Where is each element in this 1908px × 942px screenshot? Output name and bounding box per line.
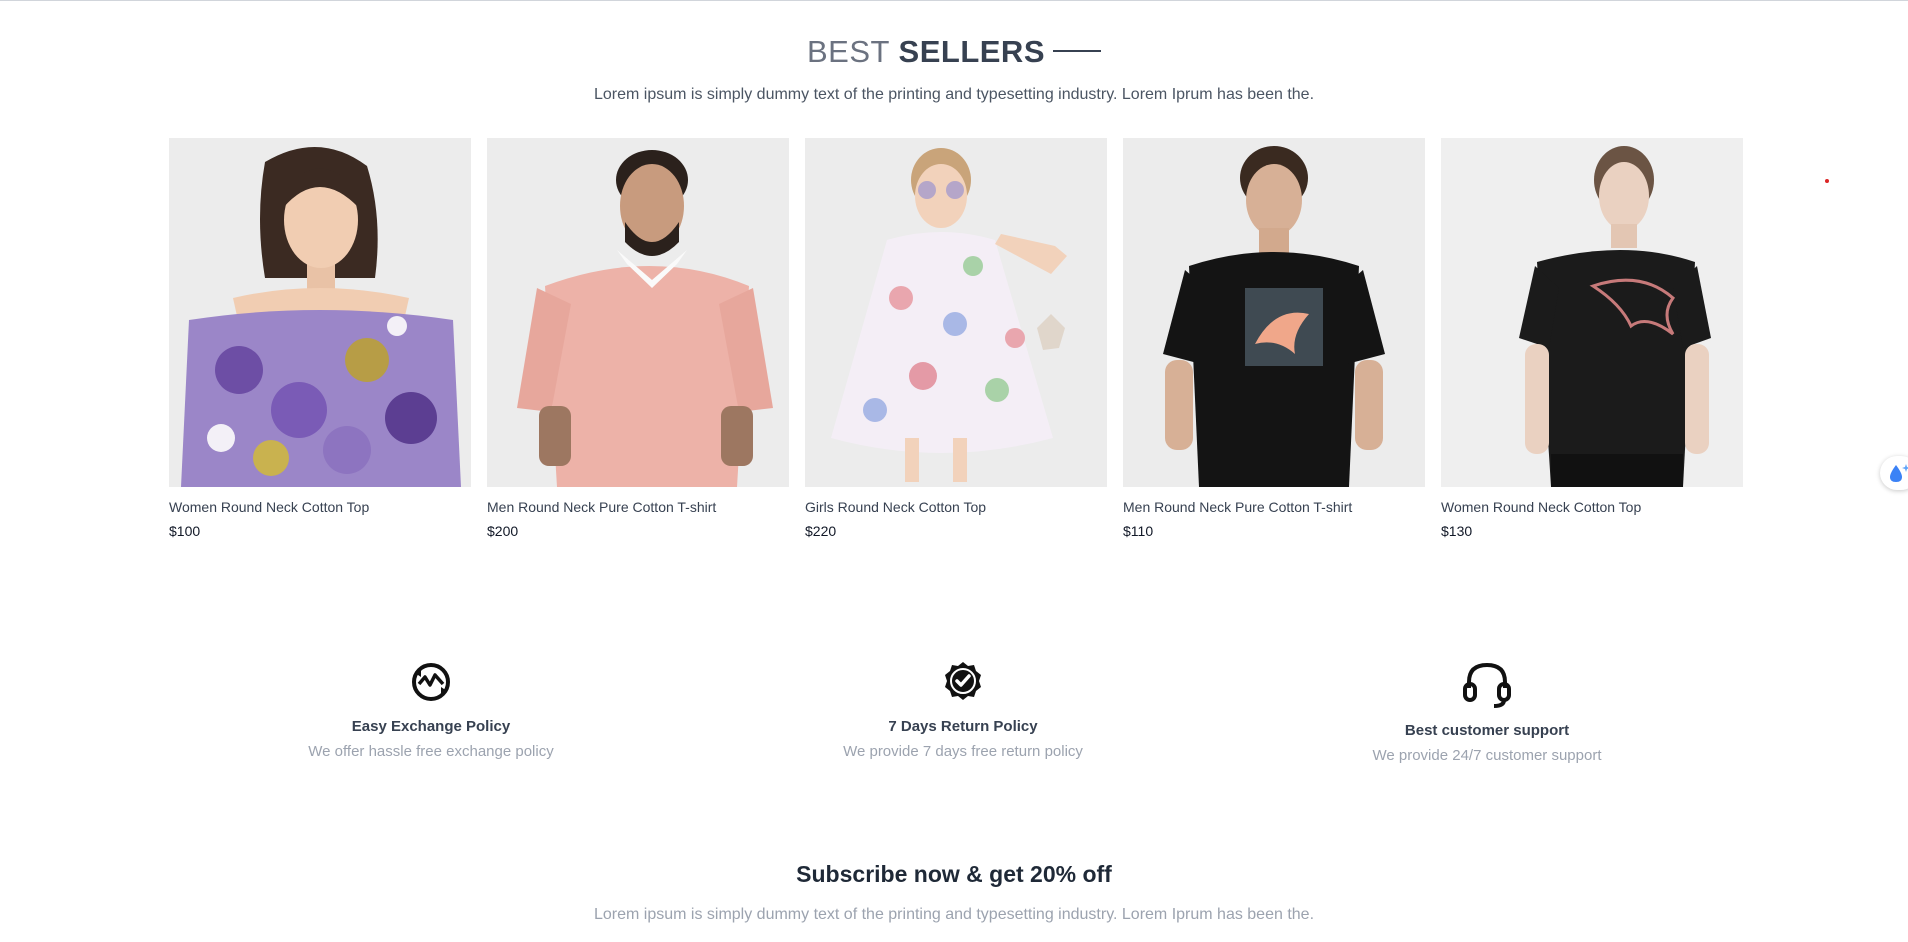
droplet-sparkle-icon xyxy=(1890,464,1908,482)
best-sellers-title: BEST SELLERS xyxy=(0,34,1908,70)
quality-badge-icon xyxy=(945,662,981,700)
product-image[interactable] xyxy=(169,138,471,487)
title-underline-rule xyxy=(1053,49,1101,52)
product-name[interactable]: Men Round Neck Pure Cotton T-shirt xyxy=(1123,499,1425,515)
product-image[interactable] xyxy=(805,138,1107,487)
floating-widget-button[interactable] xyxy=(1880,456,1908,490)
subscribe-title: Subscribe now & get 20% off xyxy=(796,861,1112,887)
product-grid: Women Round Neck Cotton Top $100 Men Rou… xyxy=(169,138,1743,548)
title-light-part: BEST xyxy=(807,34,890,69)
indicator-dot xyxy=(1825,179,1829,183)
product-image[interactable] xyxy=(1441,138,1743,487)
feature-exchange: Easy Exchange Policy We offer hassle fre… xyxy=(221,660,641,760)
feature-title: Best customer support xyxy=(1404,722,1570,739)
feature-description: We provide 7 days free return policy xyxy=(843,743,1083,760)
headset-icon xyxy=(1463,662,1511,708)
product-card[interactable]: Men Round Neck Pure Cotton T-shirt $200 xyxy=(487,138,789,539)
product-card[interactable]: Girls Round Neck Cotton Top $220 xyxy=(805,138,1107,539)
product-card[interactable]: Women Round Neck Cotton Top $100 xyxy=(169,138,471,539)
feature-title: Easy Exchange Policy xyxy=(351,718,511,735)
product-price: $220 xyxy=(805,523,837,539)
product-name[interactable]: Men Round Neck Pure Cotton T-shirt xyxy=(487,499,789,515)
best-sellers-subtitle: Lorem ipsum is simply dummy text of the … xyxy=(593,86,1315,103)
product-name[interactable]: Girls Round Neck Cotton Top xyxy=(805,499,1107,515)
feature-description: We provide 24/7 customer support xyxy=(1372,747,1602,764)
feature-return: 7 Days Return Policy We provide 7 days f… xyxy=(753,660,1173,760)
policy-features: Easy Exchange Policy We offer hassle fre… xyxy=(0,660,1908,780)
product-name[interactable]: Women Round Neck Cotton Top xyxy=(1441,499,1743,515)
product-price: $100 xyxy=(169,523,201,539)
top-divider xyxy=(0,0,1908,1)
feature-description: We offer hassle free exchange policy xyxy=(308,743,554,760)
product-card[interactable]: Men Round Neck Pure Cotton T-shirt $110 xyxy=(1123,138,1425,539)
product-price: $200 xyxy=(487,523,519,539)
product-card[interactable]: Women Round Neck Cotton Top $130 xyxy=(1441,138,1743,539)
product-name[interactable]: Women Round Neck Cotton Top xyxy=(169,499,471,515)
feature-support: Best customer support We provide 24/7 cu… xyxy=(1277,660,1697,764)
title-bold-part: SELLERS xyxy=(898,34,1045,69)
product-image[interactable] xyxy=(487,138,789,487)
product-price: $130 xyxy=(1441,523,1473,539)
subscribe-subtitle: Lorem ipsum is simply dummy text of the … xyxy=(593,906,1315,923)
exchange-icon xyxy=(412,663,450,701)
feature-title: 7 Days Return Policy xyxy=(888,718,1038,735)
product-image[interactable] xyxy=(1123,138,1425,487)
product-price: $110 xyxy=(1123,523,1154,539)
